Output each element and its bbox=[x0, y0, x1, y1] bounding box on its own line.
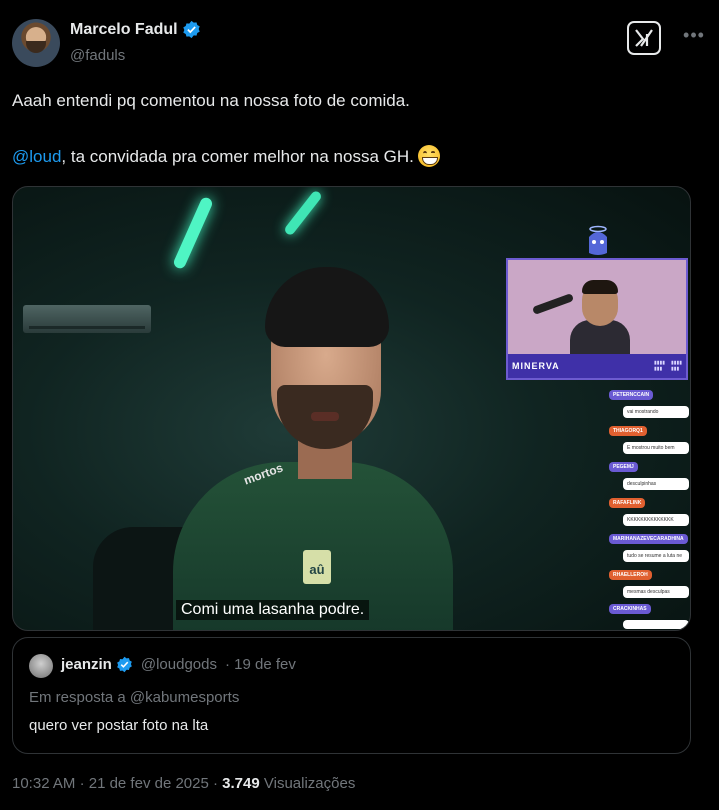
grok-icon[interactable] bbox=[627, 21, 661, 55]
chat-username: RAFAFLINK bbox=[609, 498, 646, 508]
quoted-author[interactable]: jeanzin @loudgods · 19 de fev bbox=[61, 656, 296, 673]
verified-badge-icon bbox=[182, 20, 200, 39]
video-subtitle: Comi uma lasanha podre. bbox=[176, 600, 370, 620]
chat-message: RHAELLEROH mesmas desculpas bbox=[609, 567, 690, 598]
grok-glyph-icon bbox=[635, 29, 653, 47]
chat-text: tudo se resume a luta ne bbox=[623, 550, 689, 562]
chat-username: CRACKINHAS bbox=[609, 604, 651, 614]
author-avatar[interactable] bbox=[12, 19, 60, 67]
webcam-meta: ▮▮▮▮ ▮▮▮ bbox=[670, 360, 682, 372]
chat-text: E mostrou muito bem bbox=[623, 442, 689, 454]
views-count: 3.749 bbox=[222, 775, 260, 792]
webcam-meta: ▮▮▮▮ ▮▮▮ bbox=[653, 360, 665, 372]
chat-text: vai mostrando bbox=[623, 406, 689, 418]
chat-text: KKKKKKKKKKKKKK bbox=[623, 514, 689, 526]
shirt-logo: aû bbox=[303, 550, 331, 584]
streamer-name: MINERVA bbox=[512, 361, 560, 371]
mention-link[interactable]: @loud bbox=[12, 147, 61, 166]
quoted-author-handle[interactable]: @loudgods bbox=[141, 656, 217, 673]
quoted-author-avatar[interactable] bbox=[29, 654, 53, 678]
quoted-author-name[interactable]: jeanzin bbox=[61, 656, 112, 673]
chat-username: PEGEMJ bbox=[609, 462, 638, 472]
chat-message: MARIHANAZEVECARADHINA tudo se resume a l… bbox=[609, 531, 690, 562]
chat-text: mesmas desculpas bbox=[623, 586, 689, 598]
chat-message: RAFAFLINK KKKKKKKKKKKKKK bbox=[609, 495, 690, 526]
mascot-icon bbox=[589, 225, 607, 255]
more-options-icon[interactable]: ••• bbox=[681, 24, 707, 50]
quoted-tweet-text: quero ver postar foto na lta bbox=[29, 717, 209, 734]
tweet-header: Marcelo Fadul @faduls ••• bbox=[12, 14, 707, 70]
tweet-media-video[interactable]: mortos aû Comi uma lasanha podre. MINERV… bbox=[12, 186, 691, 631]
grinning-face-emoji-icon bbox=[417, 145, 440, 167]
ceiling-light bbox=[283, 189, 323, 237]
ceiling-light bbox=[172, 195, 214, 271]
chat-username: RHAELLEROH bbox=[609, 570, 652, 580]
verified-badge-icon bbox=[117, 656, 132, 673]
chat-text bbox=[623, 620, 689, 629]
views-label: Visualizações bbox=[263, 775, 356, 792]
chat-text: desculpinhas bbox=[623, 478, 689, 490]
tweet-date[interactable]: · 21 de fev de 2025 · bbox=[80, 775, 218, 792]
chat-message: CRACKINHAS bbox=[609, 601, 690, 629]
tweet-body: Aaah entendi pq comentou na nossa foto d… bbox=[12, 90, 707, 168]
tweet-metadata: 10:32 AM · 21 de fev de 2025 · 3.749 Vis… bbox=[12, 775, 355, 792]
streamer-webcam: MINERVA ▮▮▮▮ ▮▮▮ ▮▮▮▮ ▮▮▮ bbox=[506, 258, 688, 380]
tweet-line-1: Aaah entendi pq comentou na nossa foto d… bbox=[12, 91, 410, 110]
chat-message: THIAGORQ1 E mostrou muito bem bbox=[609, 423, 690, 454]
tweet-line-2-text: , ta convidada pra comer melhor na nossa… bbox=[61, 147, 414, 166]
quoted-tweet-date[interactable]: · 19 de fev bbox=[225, 656, 296, 673]
author-name-text[interactable]: Marcelo Fadul bbox=[70, 21, 178, 39]
author-name[interactable]: Marcelo Fadul bbox=[70, 20, 201, 39]
quoted-reply-context: Em resposta a @kabumesports bbox=[29, 689, 240, 706]
chat-username: PETERNCCAIN bbox=[609, 390, 654, 400]
author-handle[interactable]: @faduls bbox=[70, 47, 125, 64]
chat-username: MARIHANAZEVECARADHINA bbox=[609, 534, 688, 544]
tweet-time[interactable]: 10:32 AM bbox=[12, 775, 75, 792]
webcam-bar: MINERVA ▮▮▮▮ ▮▮▮ ▮▮▮▮ ▮▮▮ bbox=[508, 354, 686, 378]
chat-username: THIAGORQ1 bbox=[609, 426, 647, 436]
chat-message: PETERNCCAIN vai mostrando bbox=[609, 387, 690, 418]
air-conditioner bbox=[23, 305, 151, 333]
quoted-tweet[interactable]: jeanzin @loudgods · 19 de fev Em respost… bbox=[12, 637, 691, 754]
person-in-video: mortos aû bbox=[153, 267, 453, 630]
chat-message: PEGEMJ desculpinhas bbox=[609, 459, 690, 490]
tweet-line-2: @loud, ta convidada pra comer melhor na … bbox=[12, 145, 707, 168]
